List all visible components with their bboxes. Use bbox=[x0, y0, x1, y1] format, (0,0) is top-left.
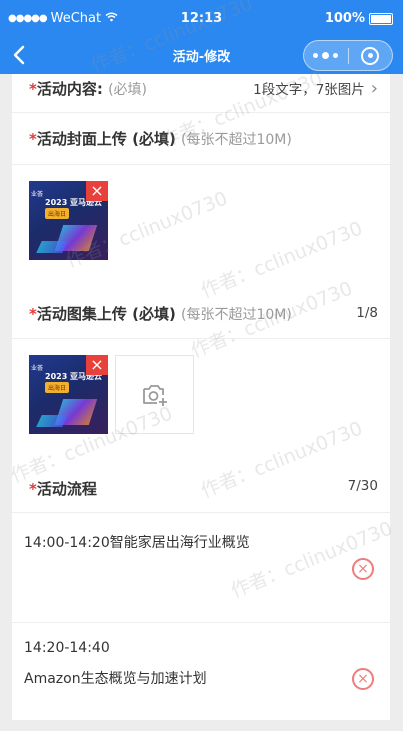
delete-cover-button[interactable]: × bbox=[86, 181, 108, 201]
cover-row: *活动封面上传 (必填) (每张不超过10M) bbox=[12, 112, 390, 165]
flow-count: 7/30 bbox=[347, 478, 378, 494]
thumbnail-brand: 业荟 bbox=[31, 191, 44, 198]
flow-label-text: 活动流程 bbox=[36, 480, 97, 498]
remove-circle-icon[interactable]: × bbox=[352, 668, 374, 690]
flow-item[interactable]: 14:20-14:40 Amazon生态概览与加速计划 × bbox=[12, 622, 390, 720]
remove-circle-icon[interactable]: × bbox=[352, 558, 374, 580]
gallery-label-text: 活动图集上传 (必填) bbox=[36, 305, 176, 323]
dot-icon bbox=[322, 52, 330, 59]
form-container: *活动内容: (必填) 1段文字，7张图片 › *活动封面上传 (必填) (每张不… bbox=[12, 74, 390, 720]
gallery-label: *活动图集上传 (必填) (每张不超过10M) bbox=[29, 305, 292, 323]
flow-item[interactable]: 14:00-14:20智能家居出海行业概览 × bbox=[12, 512, 390, 623]
content-summary-text: 1段文字，7张图片 bbox=[253, 82, 365, 98]
gallery-image[interactable]: 业荟 2023 亚马逊云科技 出海日 × bbox=[29, 355, 108, 434]
cover-image[interactable]: 业荟 2023 亚马逊云科技 出海日 × bbox=[29, 181, 108, 260]
battery-icon bbox=[369, 12, 393, 25]
gallery-row: *活动图集上传 (必填) (每张不超过10M) 1/8 bbox=[12, 286, 390, 339]
gallery-count: 1/8 bbox=[356, 305, 378, 321]
flow-row: *活动流程 7/30 bbox=[12, 460, 390, 513]
content-label: *活动内容: (必填) bbox=[29, 80, 148, 98]
thumbnail-banner: 出海日 bbox=[45, 382, 70, 393]
close-mini-program-button[interactable] bbox=[349, 41, 393, 70]
flow-item-text: 14:00-14:20智能家居出海行业概览 bbox=[24, 535, 250, 551]
flow-item-time: 14:20-14:40 bbox=[24, 640, 110, 656]
flow-label: *活动流程 bbox=[29, 480, 97, 498]
content-label-text: 活动内容: bbox=[36, 80, 103, 98]
add-image-button[interactable] bbox=[115, 355, 194, 434]
target-icon bbox=[361, 46, 380, 65]
cover-label-text: 活动封面上传 (必填) bbox=[36, 130, 176, 148]
status-bar: ●●●●● WeChat 12:13 100% bbox=[0, 0, 403, 36]
content-summary: 1段文字，7张图片 › bbox=[253, 78, 378, 99]
chevron-right-icon: › bbox=[370, 78, 378, 99]
mini-program-capsule bbox=[303, 40, 393, 71]
dot-icon bbox=[333, 53, 339, 58]
thumbnail-brand: 业荟 bbox=[31, 365, 44, 372]
delete-gallery-image-button[interactable]: × bbox=[86, 355, 108, 375]
thumbnail-banner: 出海日 bbox=[45, 208, 70, 219]
nav-bar: 活动-修改 bbox=[0, 36, 403, 74]
battery-info: 100% bbox=[325, 11, 393, 26]
content-row[interactable]: *活动内容: (必填) 1段文字，7张图片 › bbox=[12, 74, 390, 113]
dot-icon bbox=[313, 53, 319, 58]
cover-hint: (每张不超过10M) bbox=[181, 132, 292, 148]
gallery-hint: (每张不超过10M) bbox=[181, 307, 292, 323]
battery-percent: 100% bbox=[324, 11, 365, 26]
content-hint: (必填) bbox=[108, 82, 148, 98]
cover-label: *活动封面上传 (必填) (每张不超过10M) bbox=[29, 130, 292, 148]
flow-item-text: Amazon生态概览与加速计划 bbox=[24, 671, 207, 687]
more-button[interactable] bbox=[304, 41, 348, 70]
camera-add-icon bbox=[142, 384, 167, 406]
